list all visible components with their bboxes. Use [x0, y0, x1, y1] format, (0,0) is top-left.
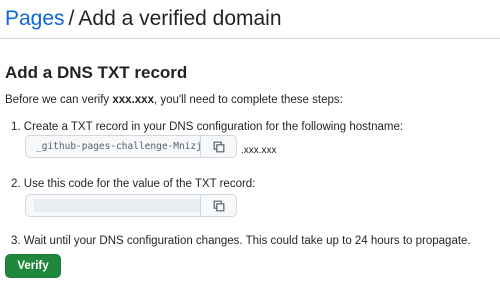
- section-title: Add a DNS TXT record: [5, 63, 188, 82]
- copy-hostname-button[interactable]: [200, 136, 236, 157]
- breadcrumb: Pages / Add a verified domain: [5, 6, 282, 32]
- verify-button[interactable]: Verify: [5, 254, 61, 278]
- step-3-text: 3. Wait until your DNS configuration cha…: [11, 235, 471, 247]
- breadcrumb-separator: /: [68, 7, 75, 30]
- breadcrumb-current: Add a verified domain: [78, 7, 282, 30]
- step-2-text: 2. Use this code for the value of the TX…: [11, 178, 256, 190]
- page-header: Pages / Add a verified domain: [0, 0, 500, 39]
- hostname-domain-suffix: .xxx.xxx: [241, 145, 277, 156]
- intro-domain: xxx.xxx: [112, 94, 154, 106]
- intro-text: Before we can verify xxx.xxx, you'll nee…: [5, 93, 343, 107]
- hostname-field: _github-pages-challenge-Mnizjc: [25, 135, 237, 158]
- breadcrumb-pages-link[interactable]: Pages: [5, 7, 65, 30]
- hostname-value[interactable]: _github-pages-challenge-Mnizjc: [26, 136, 208, 157]
- masked-txt-code[interactable]: [34, 199, 204, 212]
- intro-prefix: Before we can verify: [5, 94, 113, 106]
- txt-code-field: [25, 194, 237, 217]
- copy-icon: [213, 200, 224, 211]
- copy-code-button[interactable]: [200, 195, 236, 216]
- step-1-text: 1. Create a TXT record in your DNS confi…: [11, 121, 404, 133]
- copy-icon: [213, 141, 224, 152]
- intro-suffix: , you'll need to complete these steps:: [153, 94, 343, 106]
